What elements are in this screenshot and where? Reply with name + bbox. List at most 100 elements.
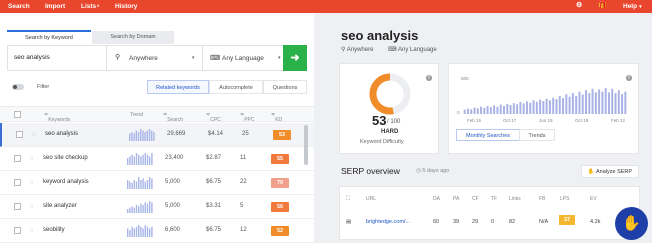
serp-tf: 0: [491, 219, 495, 225]
trend-bar: [142, 205, 144, 213]
col-ppc[interactable]: ≑ PPC: [240, 112, 254, 123]
monthly-searches-button[interactable]: Monthly Searches: [456, 129, 520, 141]
keyword-cell[interactable]: seobility: [43, 227, 65, 233]
keyword-cell[interactable]: site analyzer: [43, 203, 77, 209]
keyword-cell[interactable]: keyword analysis: [43, 179, 89, 185]
volume-bar: [489, 107, 492, 114]
cpc-cell: $6.75: [206, 227, 222, 233]
nav-history[interactable]: History: [115, 3, 137, 10]
trend-sparkline: [129, 129, 155, 141]
col-search[interactable]: ≑ Search: [163, 112, 183, 123]
table-row[interactable]: ☆ keyword analysis 5,000 $6.75 22 70: [0, 171, 314, 195]
nav-search[interactable]: Search: [8, 3, 30, 10]
keyword-cell[interactable]: seo analysis: [45, 131, 78, 137]
tab-search-by-domain[interactable]: Search by Domain: [92, 31, 174, 44]
trend-bar: [138, 225, 140, 237]
trend-bar: [146, 154, 149, 165]
serp-col-links: Links: [509, 196, 521, 202]
trend-bar: [146, 180, 149, 189]
col-cpc[interactable]: ≑ CPC: [206, 112, 221, 123]
trend-bar: [129, 133, 131, 141]
analyze-serp-button[interactable]: ✋ Analyze SERP: [581, 165, 639, 178]
trend-bar: [148, 129, 151, 141]
star-icon[interactable]: ☆: [29, 227, 34, 234]
tab-questions[interactable]: Questions: [263, 80, 307, 94]
serp-col-da: DA: [433, 196, 440, 202]
serp-pa: 39: [453, 219, 460, 225]
col-keywords[interactable]: ≑ Keywords: [44, 112, 70, 123]
volume-bar: [496, 106, 499, 114]
keyword-cell[interactable]: seo site checkup: [43, 155, 88, 161]
volume-bar: [535, 101, 538, 114]
serp-url-link[interactable]: brightedge.com/...: [366, 219, 410, 225]
trend-bar: [127, 180, 129, 189]
volume-bar: [493, 105, 496, 114]
volume-bar: [499, 104, 502, 114]
detail-language: ⌨ Any Language: [388, 46, 437, 53]
trends-button[interactable]: Trends: [519, 129, 555, 141]
help-menu[interactable]: Help ▾: [623, 3, 642, 10]
search-cell: 29,669: [167, 131, 186, 137]
chat-widget-button[interactable]: ✋: [615, 207, 648, 240]
star-icon[interactable]: ☆: [29, 203, 34, 210]
ppc-cell: 11: [240, 155, 247, 161]
trend-bar: [138, 154, 140, 165]
location-select[interactable]: Anywhere: [129, 55, 158, 62]
row-checkbox[interactable]: [14, 227, 21, 234]
tab-related-keywords[interactable]: Related keywords: [147, 80, 209, 94]
serp-links: 82: [509, 219, 516, 225]
search-go-button[interactable]: ➜: [283, 45, 307, 71]
info-icon[interactable]: i: [426, 75, 432, 81]
row-checkbox[interactable]: [14, 179, 21, 186]
col-kd[interactable]: ≑ KD: [271, 112, 282, 123]
chevron-down-icon[interactable]: ▾: [192, 55, 195, 61]
star-icon[interactable]: ☆: [29, 179, 34, 186]
tab-autocomplete[interactable]: Autocomplete: [209, 80, 263, 94]
serp-table: ⛶ URL DA PA CF TF Links FB LPS EV ▤ brig…: [339, 186, 640, 240]
nav-import[interactable]: Import: [45, 3, 65, 10]
star-icon[interactable]: ☆: [29, 155, 34, 162]
language-select[interactable]: Any Language: [222, 55, 264, 62]
table-row[interactable]: ☆ seo site checkup 23,400 $2.87 11 55: [0, 147, 314, 171]
row-checkbox[interactable]: [14, 155, 21, 162]
trend-bar: [135, 153, 138, 165]
volume-bar: [607, 92, 610, 114]
expand-icon[interactable]: ⛶: [346, 196, 350, 203]
volume-bar: [519, 102, 522, 114]
table-row[interactable]: ☆ seo analysis 29,669 $4.14 25 53: [0, 123, 314, 147]
volume-bar: [588, 93, 591, 114]
gear-icon[interactable]: ⚙: [576, 2, 582, 10]
trend-bar: [129, 181, 131, 189]
trend-bar: [127, 158, 129, 165]
nav-lists[interactable]: Lists0: [81, 3, 99, 10]
table-row[interactable]: ☆ site analyzer 5,000 $3.31 5 56: [0, 195, 314, 219]
volume-bar: [539, 99, 542, 114]
kd-max: / 100: [387, 119, 401, 125]
filter-toggle[interactable]: [12, 84, 24, 90]
row-checkbox[interactable]: [16, 131, 23, 138]
cpc-cell: $2.87: [206, 155, 222, 161]
keyword-input[interactable]: [14, 54, 94, 61]
volume-bar: [611, 88, 614, 114]
volume-bar: [486, 106, 489, 114]
kd-badge: 53: [273, 130, 291, 140]
volume-bar: [601, 91, 604, 114]
serp-overview-title: SERP overview: [341, 166, 400, 176]
chevron-down-icon[interactable]: ▾: [278, 55, 281, 61]
col-trend: Trend: [130, 112, 143, 118]
table-row[interactable]: ☆ seobility 6,600 $6.75 12 52: [0, 219, 314, 243]
row-checkbox[interactable]: [14, 203, 21, 210]
serp-col-pa: PA: [453, 196, 460, 202]
trend-bar: [153, 132, 155, 141]
volume-date-label: Oct 17: [503, 118, 517, 123]
trend-bar: [133, 228, 135, 237]
language-icon: ⌨: [388, 47, 397, 53]
volume-bar: [512, 103, 515, 114]
star-icon[interactable]: ☆: [31, 131, 36, 138]
select-all-checkbox[interactable]: [14, 111, 21, 118]
gift-icon[interactable]: 🎁: [598, 2, 607, 10]
table-scrollbar[interactable]: [304, 125, 308, 165]
clock-icon: ◷: [416, 168, 421, 174]
kd-donut: [369, 73, 411, 115]
tab-search-by-keyword[interactable]: Search by Keyword: [7, 30, 91, 43]
